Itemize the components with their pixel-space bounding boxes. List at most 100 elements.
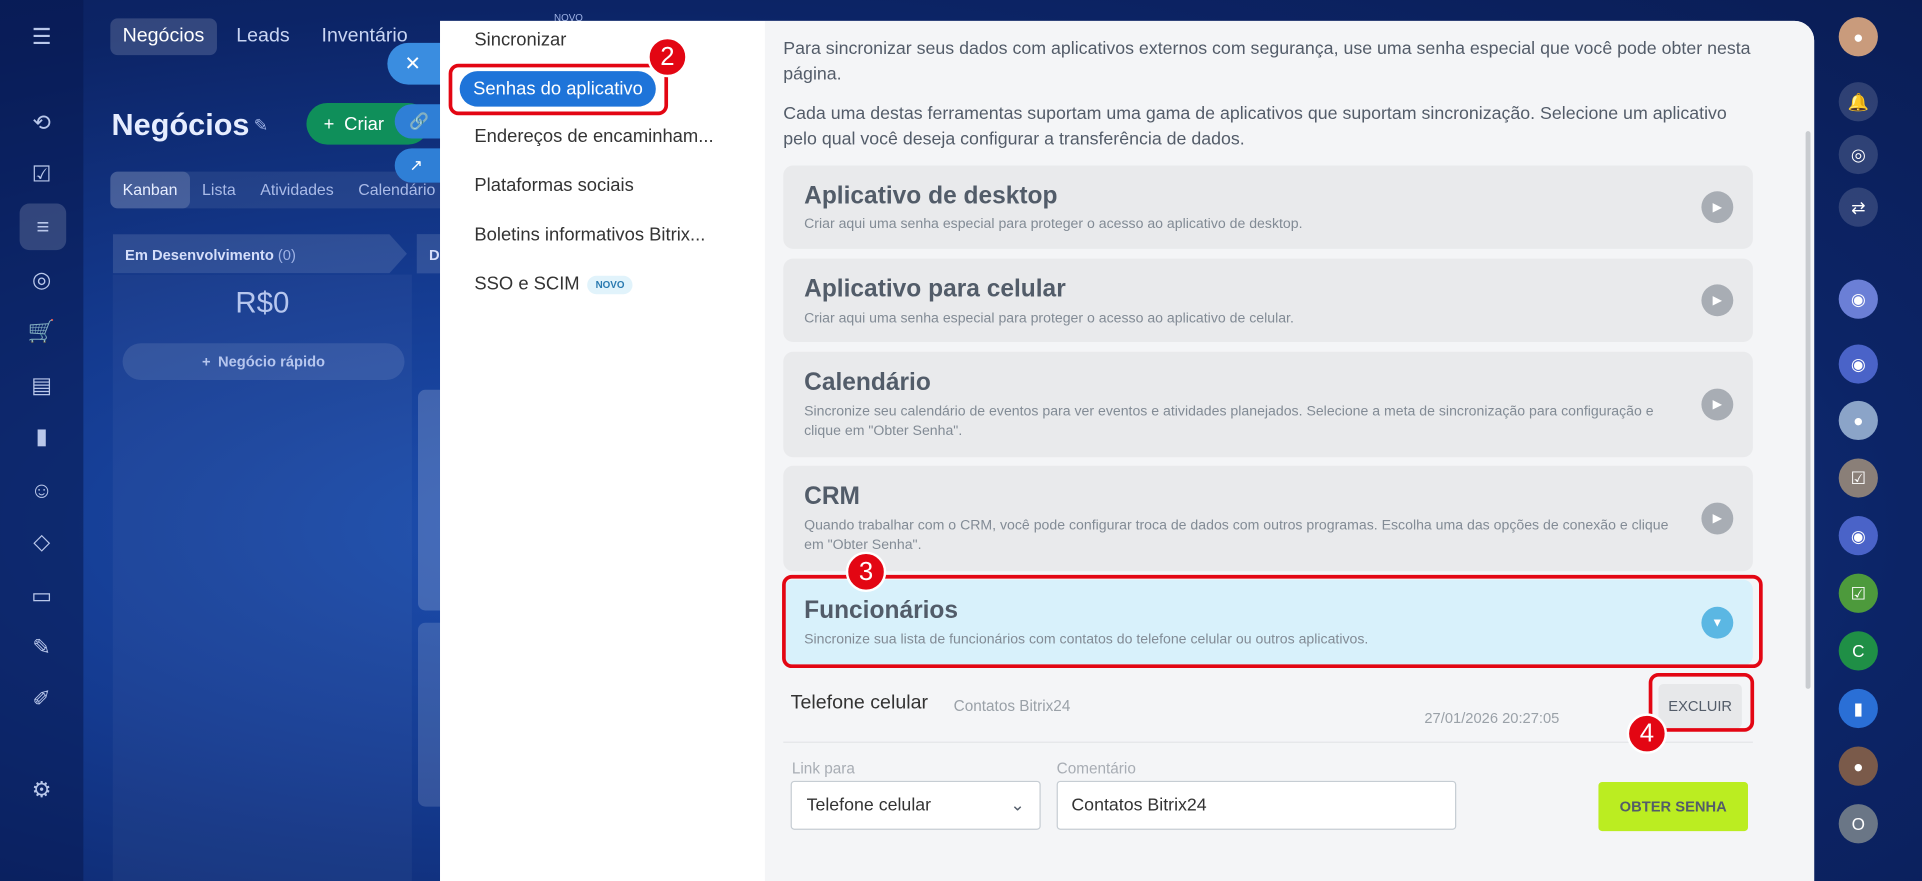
menu-item-sso[interactable]: SSO e SCIM NOVO xyxy=(474,273,634,295)
quick-deal-button[interactable]: + Negócio rápido xyxy=(122,343,405,380)
copy-link-button[interactable]: 🔗 xyxy=(394,104,444,139)
pen-icon[interactable]: ✎ xyxy=(25,630,59,664)
crm-funnel-icon[interactable]: ≡ xyxy=(19,203,67,251)
section-description: Criar aqui uma senha especial para prote… xyxy=(804,311,1294,327)
password-date: 27/01/2026 20:27:05 xyxy=(1424,709,1560,727)
section-title: Aplicativo de desktop xyxy=(804,182,1058,210)
link-select[interactable]: Telefone celular ⌄ xyxy=(790,780,1041,830)
left-sidebar: ☰ ⟲ ☑ ≡ ◎ 🛒 ▤ ▮ ☺ ◇ ▭ ✎ ✐ ⚙ xyxy=(0,0,84,881)
chevron-right-icon[interactable]: ▶ xyxy=(1701,502,1734,535)
task-chat-icon[interactable]: ☑ xyxy=(1838,458,1878,498)
link-icon: 🔗 xyxy=(409,111,430,130)
deal-card[interactable] xyxy=(417,622,443,807)
scrollbar[interactable] xyxy=(1805,131,1811,689)
page-title: Negócios xyxy=(111,107,250,143)
menu-item-sso-label: SSO e SCIM xyxy=(474,273,580,295)
menu-item-plataformas[interactable]: Plataformas sociais xyxy=(474,175,633,196)
menu-item-boletins[interactable]: Boletins informativos Bitrix... xyxy=(474,224,705,245)
document-edit-icon[interactable]: ✐ xyxy=(25,682,59,716)
bookmark-icon[interactable]: ▮ xyxy=(1838,688,1878,729)
novo-badge: NOVO xyxy=(586,275,634,294)
view-tabs: Kanban Lista Atividades Calendário xyxy=(110,171,448,209)
plus-icon: + xyxy=(202,353,211,371)
copilot-icon[interactable]: ◎ xyxy=(1838,134,1878,175)
password-name: Telefone celular xyxy=(790,692,929,714)
menu-item-senhas[interactable]: Senhas do aplicativo xyxy=(459,71,657,107)
robot-icon[interactable]: ☺ xyxy=(25,473,59,507)
section-description: Sincronize seu calendário de eventos par… xyxy=(804,404,1654,439)
step-badge-4: 4 xyxy=(1626,713,1668,754)
deal-card[interactable] xyxy=(417,389,443,611)
cart-icon[interactable]: 🛒 xyxy=(25,314,59,348)
link-label: Link para xyxy=(791,759,855,778)
copilot-chat-icon[interactable]: ◉ xyxy=(1838,344,1878,384)
external-link-icon: ↗ xyxy=(409,155,423,175)
open-new-window-button[interactable]: ↗ xyxy=(394,148,444,183)
close-slider-button[interactable]: ✕ xyxy=(387,42,444,85)
divider xyxy=(783,741,1753,743)
kanban-column-header[interactable]: Em Desenvolvimento (0) xyxy=(112,234,407,274)
bell-icon[interactable]: 🔔 xyxy=(1838,82,1878,122)
box-icon[interactable]: ◇ xyxy=(25,525,59,559)
comment-input[interactable]: Contatos Bitrix24 xyxy=(1056,780,1457,830)
tab-atividades[interactable]: Atividades xyxy=(248,172,346,209)
get-password-button[interactable]: OBTER SENHA xyxy=(1598,782,1748,832)
nav-tab-negocios[interactable]: Negócios xyxy=(110,18,217,56)
chat-sync-icon[interactable]: ⇄ xyxy=(1838,187,1878,227)
bar-chart-icon[interactable]: ▮ xyxy=(25,419,59,453)
section-title: Aplicativo para celular xyxy=(804,275,1066,303)
close-icon: ✕ xyxy=(404,53,421,75)
section-title: CRM xyxy=(804,482,860,510)
menu-item-enderecos[interactable]: Endereços de encaminham... xyxy=(474,126,713,147)
chevron-right-icon[interactable]: ▶ xyxy=(1701,191,1734,224)
hamburger-menu-icon[interactable]: ☰ xyxy=(25,20,59,54)
chevron-right-icon[interactable]: ▶ xyxy=(1701,388,1734,421)
copilot-chat-icon[interactable]: ◉ xyxy=(1838,516,1878,556)
task-chat-icon[interactable]: ☑ xyxy=(1838,573,1878,613)
target-icon[interactable]: ◎ xyxy=(25,262,59,296)
chat-avatar-o[interactable]: O xyxy=(1838,804,1878,844)
section-desktop-app[interactable]: Aplicativo de desktop Criar aqui uma sen… xyxy=(783,165,1753,249)
section-calendar[interactable]: Calendário Sincronize seu calendário de … xyxy=(783,351,1753,458)
section-description: Quando trabalhar com o CRM, você pode co… xyxy=(804,518,1669,553)
section-mobile-app[interactable]: Aplicativo para celular Criar aqui uma s… xyxy=(783,258,1753,342)
column-sum: R$0 xyxy=(235,286,290,320)
quick-deal-label: Negócio rápido xyxy=(217,353,326,371)
section-title: Funcionários xyxy=(804,596,959,624)
pin-icon[interactable]: ✎ xyxy=(254,115,268,136)
store-icon[interactable]: ▭ xyxy=(25,579,59,613)
chevron-down-icon[interactable]: ▼ xyxy=(1701,606,1734,639)
intro-text: Cada uma destas ferramentas suportam uma… xyxy=(783,104,1727,150)
create-label: Criar xyxy=(344,113,385,135)
column-title: Em Desenvolvimento xyxy=(125,246,274,264)
app-stage: ☰ ⟲ ☑ ≡ ◎ 🛒 ▤ ▮ ☺ ◇ ▭ ✎ ✐ ⚙ Negócios Lea… xyxy=(0,0,1922,881)
network-icon[interactable]: ⟲ xyxy=(25,105,59,139)
section-description: Criar aqui uma senha especial para prote… xyxy=(804,216,1303,232)
content-area: Para sincronizar seus dados com aplicati… xyxy=(764,20,1815,881)
user-avatar[interactable]: ● xyxy=(1838,746,1878,786)
chevron-right-icon[interactable]: ▶ xyxy=(1701,284,1734,317)
settings-menu: Sincronizar Senhas do aplicativo Endereç… xyxy=(440,20,765,881)
step-badge-2: 2 xyxy=(647,36,688,78)
column-count: (0) xyxy=(277,246,296,264)
user-avatar[interactable]: ● xyxy=(1838,17,1878,57)
plus-icon: + xyxy=(323,113,335,135)
tasks-checkbox-icon[interactable]: ☑ xyxy=(25,157,59,191)
top-navigation: Negócios Leads Inventário xyxy=(110,17,420,56)
menu-item-sincronizar[interactable]: Sincronizar xyxy=(474,29,566,50)
settings-gear-icon[interactable]: ⚙ xyxy=(25,772,59,806)
copilot-chat-icon[interactable]: ◉ xyxy=(1838,279,1878,319)
tab-lista[interactable]: Lista xyxy=(190,172,248,209)
nav-tab-leads[interactable]: Leads xyxy=(224,18,302,55)
group-avatar[interactable]: ● xyxy=(1838,400,1878,441)
tab-kanban[interactable]: Kanban xyxy=(110,171,190,209)
contact-card-icon[interactable]: ▤ xyxy=(25,368,59,402)
chat-avatar-c[interactable]: C xyxy=(1838,631,1878,671)
link-select-value: Telefone celular xyxy=(806,795,932,816)
chevron-down-icon: ⌄ xyxy=(1010,794,1025,814)
section-crm[interactable]: CRM Quando trabalhar com o CRM, você pod… xyxy=(783,465,1753,572)
step-badge-3: 3 xyxy=(845,551,887,593)
delete-password-button[interactable]: EXCLUIR xyxy=(1658,683,1742,729)
section-employees[interactable]: Funcionários Sincronize sua lista de fun… xyxy=(783,579,1753,666)
intro-text: Para sincronizar seus dados com aplicati… xyxy=(783,39,1751,85)
